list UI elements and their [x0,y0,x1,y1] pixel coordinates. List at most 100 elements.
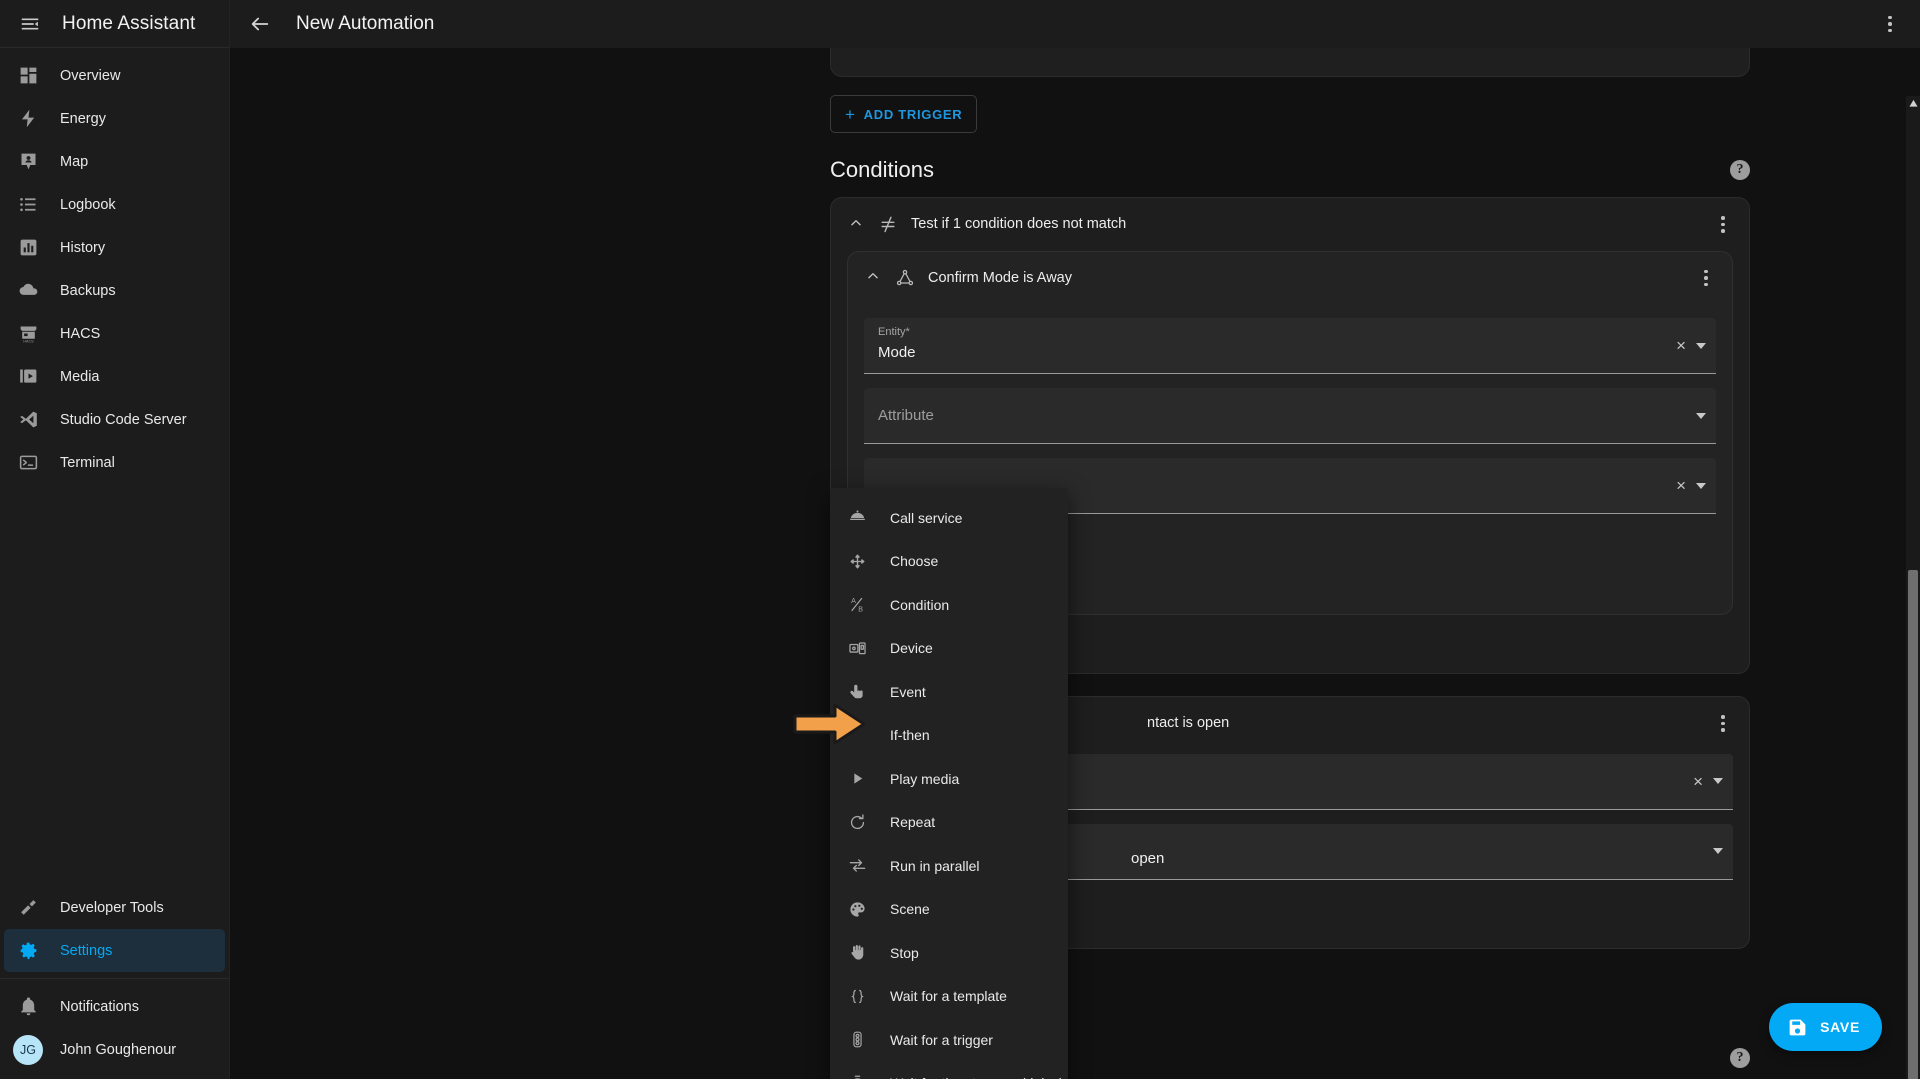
sidebar-item-notifications[interactable]: Notifications [4,985,225,1028]
chevron-up-icon[interactable] [847,216,865,233]
dots-vertical-icon[interactable] [1713,711,1733,736]
sidebar-item-media[interactable]: Media [4,355,225,398]
state-condition-icon [894,267,916,289]
console-icon [16,451,40,475]
sidebar-item-label: Media [60,368,100,385]
arrow-decision-icon [846,855,868,877]
bell-icon [16,995,40,1019]
chevron-down-icon[interactable] [1696,482,1706,489]
add-trigger-button[interactable]: + ADD TRIGGER [830,95,978,133]
menu-item-wait-for-a-trigger[interactable]: Wait for a trigger [830,1018,1068,1062]
menu-item-if-then[interactable]: If-then [830,714,1068,758]
sidebar-item-label: Overview [60,67,121,84]
sidebar-collapse-icon[interactable] [12,6,48,42]
help-icon[interactable]: ? [1730,160,1750,180]
inner-condition-header[interactable]: Confirm Mode is Away [848,252,1732,305]
sidebar-item-overview[interactable]: Overview [4,54,225,97]
scrollbar-track[interactable] [1906,110,1920,1079]
sidebar-item-terminal[interactable]: Terminal [4,441,225,484]
conditions-section-header: Conditions ? [830,157,1750,183]
menu-item-device[interactable]: Device [830,627,1068,671]
sidebar-item-studio-code-server[interactable]: Studio Code Server [4,398,225,441]
svg-text:B: B [858,606,863,614]
help-icon[interactable]: ? [1730,1048,1750,1068]
sidebar-item-label: Studio Code Server [60,411,187,428]
sidebar-item-label: History [60,239,106,256]
code-braces-icon [846,985,868,1007]
cog-icon [16,939,40,963]
lightning-bolt-icon [16,107,40,131]
content-scroll-area[interactable]: + ADD TRIGGER Conditions ? Test if 1 con… [230,48,1920,1079]
overflow-menu-button[interactable] [1880,12,1900,37]
hammer-icon [16,896,40,920]
save-button[interactable]: SAVE [1769,1003,1882,1051]
sidebar-item-label: John Goughenour [60,1041,177,1058]
attribute-field[interactable]: Attribute [864,388,1716,444]
sidebar-item-history[interactable]: History [4,226,225,269]
vscode-icon [16,408,40,432]
sidebar-bottom: Developer Tools Settings Notifications J… [0,886,229,1079]
menu-item-repeat[interactable]: Repeat [830,801,1068,845]
menu-item-label: Wait for a trigger [890,1031,993,1048]
vertical-scrollbar[interactable] [1906,96,1920,1079]
add-action-menu[interactable]: Call service Choose AB Condition Device … [830,488,1068,1079]
close-icon[interactable]: × [1676,477,1686,494]
sidebar-item-label: Settings [60,942,113,959]
menu-item-stop[interactable]: Stop [830,931,1068,975]
view-dashboard-icon [16,64,40,88]
sidebar-item-energy[interactable]: Energy [4,97,225,140]
menu-item-label: Wait for a template [890,988,1007,1005]
chevron-up-icon[interactable] [864,269,882,286]
sidebar-item-developer-tools[interactable]: Developer Tools [4,886,225,929]
sidebar-item-label: HACS [60,325,101,342]
close-icon[interactable]: × [1676,337,1686,354]
sidebar-item-label: Terminal [60,454,115,471]
menu-item-wait-for-time-to-pass-delay[interactable]: Wait for time to pass (delay) [830,1062,1068,1079]
menu-item-label: Event [890,683,926,700]
play-box-multiple-icon [16,365,40,389]
sidebar-divider [0,978,229,979]
sidebar-item-settings[interactable]: Settings [4,929,225,972]
dots-vertical-icon[interactable] [1696,266,1716,291]
sidebar-item-backups[interactable]: Backups [4,269,225,312]
scroll-up-icon[interactable] [1906,96,1920,110]
sidebar-item-logbook[interactable]: Logbook [4,183,225,226]
chevron-down-icon[interactable] [1713,778,1723,784]
actions-section-header: ? [1730,1048,1750,1068]
menu-item-label: Scene [890,901,930,918]
menu-item-label: Repeat [890,814,936,831]
menu-item-choose[interactable]: Choose [830,540,1068,584]
sidebar-item-map[interactable]: Map [4,140,225,183]
dots-vertical-icon[interactable] [1870,4,1910,44]
svg-text:HACS: HACS [23,340,34,344]
menu-item-label: Condition [890,596,950,613]
sidebar-item-label: Energy [60,110,106,127]
menu-item-condition[interactable]: AB Condition [830,583,1068,627]
sidebar-item-label: Map [60,153,89,170]
menu-item-wait-for-a-template[interactable]: Wait for a template [830,975,1068,1019]
sidebar-item-user[interactable]: JG John Goughenour [4,1028,225,1071]
menu-item-run-in-parallel[interactable]: Run in parallel [830,844,1068,888]
dots-vertical-icon[interactable] [1713,212,1733,237]
second-entity-actions: × [1693,773,1723,790]
entity-field[interactable]: Entity* Mode × [864,318,1716,374]
sidebar-item-label: Backups [60,282,116,299]
chevron-down-icon[interactable] [1696,342,1706,349]
menu-item-event[interactable]: Event [830,670,1068,714]
close-icon[interactable]: × [1693,773,1703,790]
arrow-left-icon[interactable] [240,4,280,44]
scrollbar-thumb[interactable] [1908,570,1918,1079]
traffic-light-icon [846,1029,868,1051]
main-area: New Automation + ADD TRIGGER Conditions … [230,0,1920,1079]
outer-condition-header[interactable]: Test if 1 condition does not match [831,198,1749,251]
menu-item-call-service[interactable]: Call service [830,496,1068,540]
menu-item-label: Play media [890,770,960,787]
sidebar-header: Home Assistant [0,0,229,48]
outer-condition-title: Test if 1 condition does not match [911,216,1127,233]
storefront-icon: HACS [16,322,40,346]
menu-item-play-media[interactable]: Play media [830,757,1068,801]
chevron-down-icon[interactable] [1696,412,1706,419]
sidebar-item-hacs[interactable]: HACS HACS [4,312,225,355]
chevron-down-icon[interactable] [1713,848,1723,854]
menu-item-scene[interactable]: Scene [830,888,1068,932]
